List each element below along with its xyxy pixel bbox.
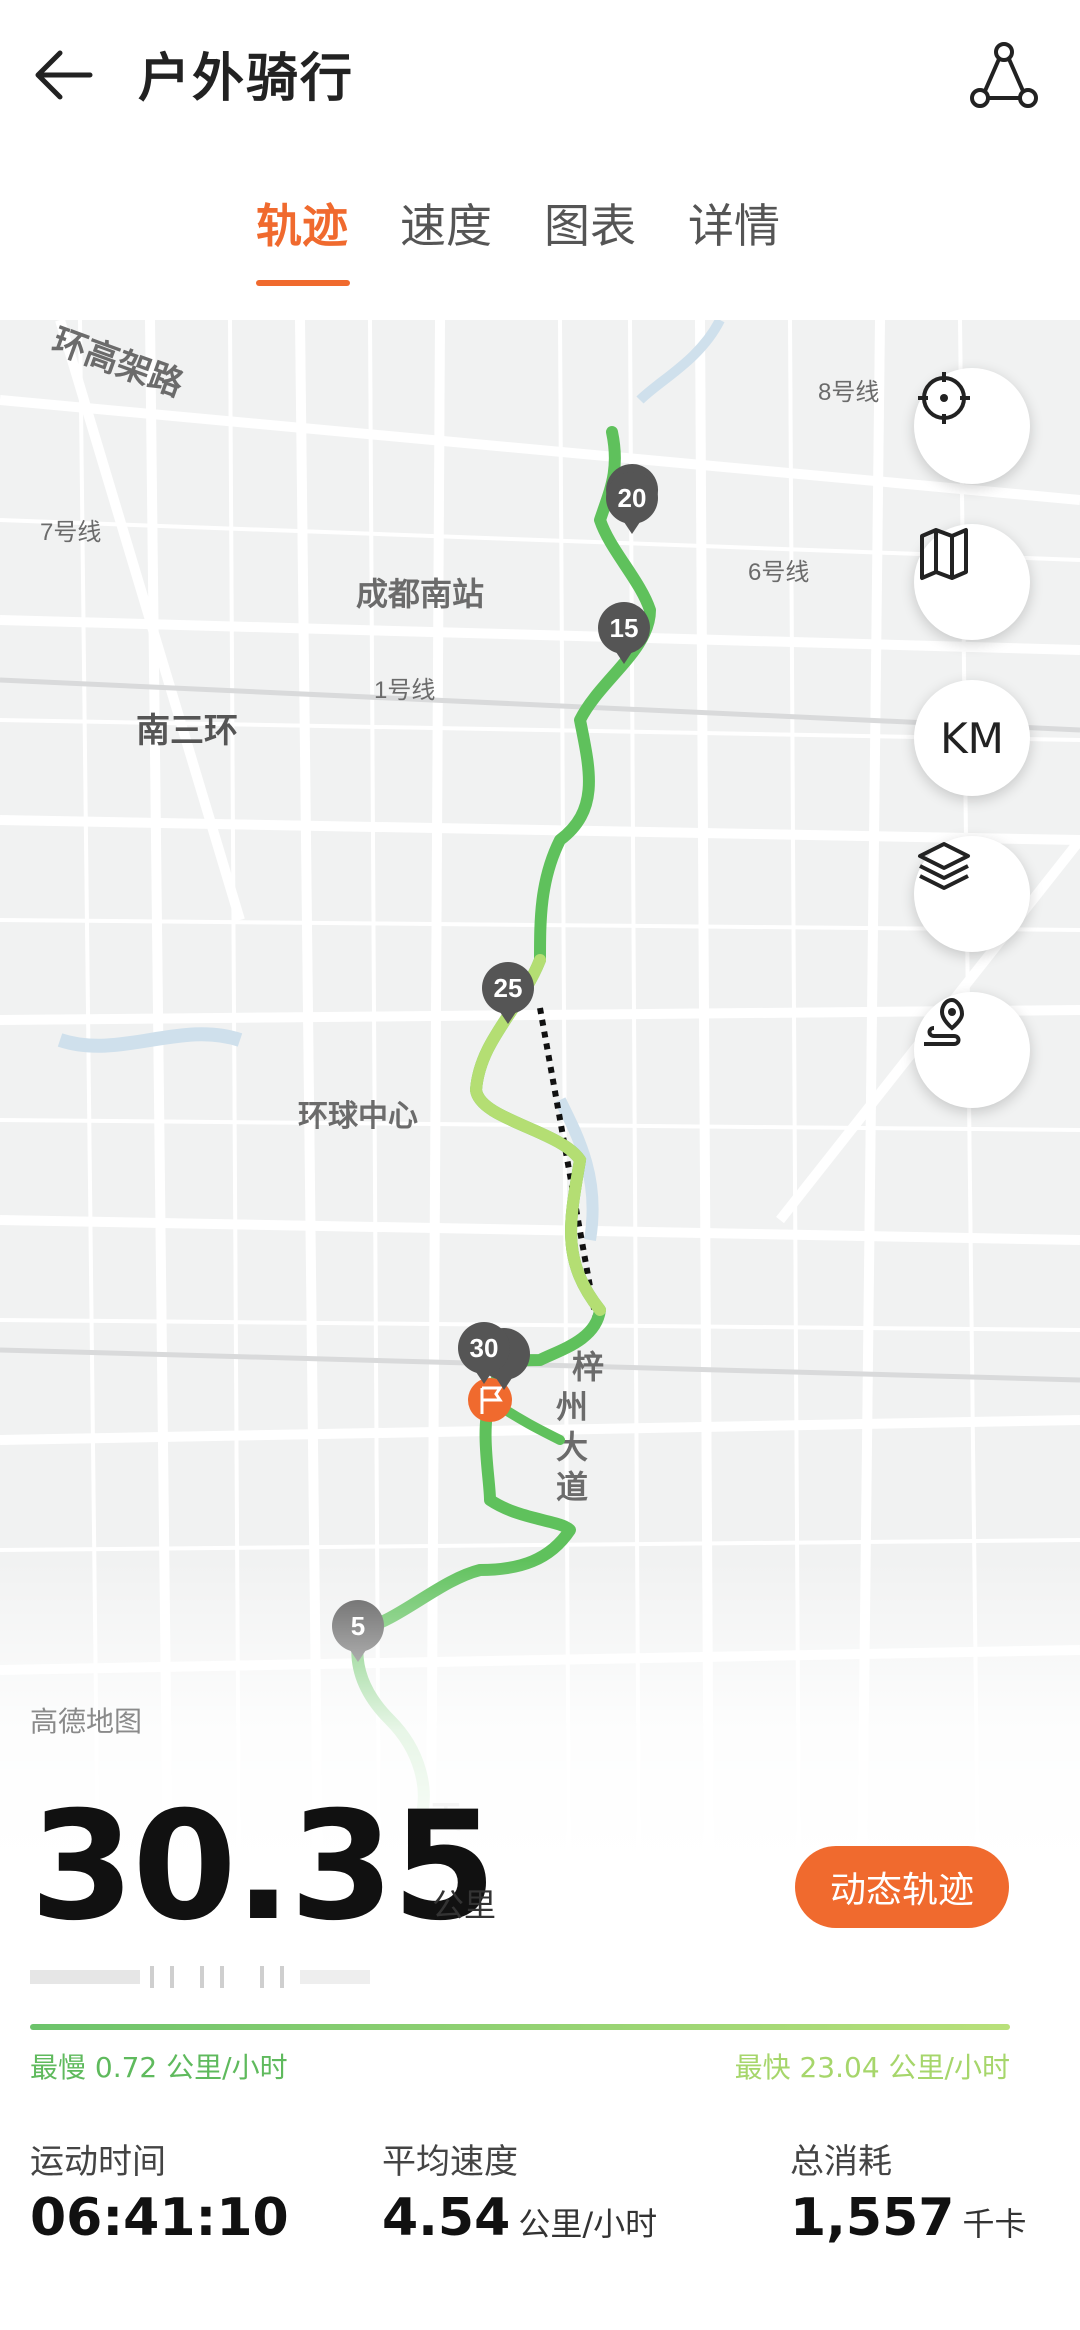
stat-label-duration: 运动时间 [30,2142,166,2182]
fastest-speed: 最快 23.04 公里/小时 [734,2051,1010,2084]
route-pin-icon [924,997,965,1046]
map-label-station: 成都南站 [356,576,484,612]
speed-range-bar [30,2024,1010,2030]
map-label-south-ring: 南三环 [136,712,238,750]
stat-value-calories: 1,557 千卡 [790,2188,1027,2248]
map-label-avenue-4: 道 [556,1469,588,1505]
map-label-global-center: 环球中心 [298,1100,418,1133]
route-share-icon[interactable] [968,40,1040,112]
map-label-avenue-2: 州 [556,1389,588,1425]
layers-icon [918,842,970,890]
layers-button[interactable] [914,836,1030,952]
svg-text:25: 25 [494,973,523,1003]
dynamic-track-button[interactable]: 动态轨迹 [795,1846,1009,1928]
tab-active-indicator [256,280,350,286]
back-arrow-icon[interactable] [30,40,100,110]
tab-bar: 轨迹 速度 图表 详情 [0,190,1080,290]
avg-speed-unit: 公里/小时 [518,2205,658,2243]
map-label-line8: 8号线 [818,379,879,406]
map-label-line6: 6号线 [748,559,809,586]
map-label-avenue-1: 梓 [572,1349,604,1385]
map-type-button[interactable] [914,524,1030,640]
map-label-line7: 7号线 [40,519,101,546]
km-label: KM [940,713,1004,763]
svg-text:15: 15 [610,613,639,643]
tab-speed[interactable]: 速度 [400,190,492,256]
map-label-ring-road: 环高架路 [47,322,189,405]
km-marker-20[interactable]: 20 [606,464,659,534]
stat-value-duration: 06:41:10 [30,2188,289,2248]
stat-value-avg-speed: 4.54 公里/小时 [382,2188,658,2248]
stat-label-avg-speed: 平均速度 [382,2142,518,2182]
slowest-speed: 最慢 0.72 公里/小时 [30,2051,288,2084]
route-replay-button[interactable] [914,992,1030,1108]
blurred-info [30,1966,370,1988]
km-marker-15[interactable]: 15 [598,602,650,664]
top-bar: 户外骑行 [0,0,1080,150]
target-icon [918,372,970,424]
tab-details[interactable]: 详情 [688,190,780,256]
map-label-avenue-3: 大 [556,1429,588,1465]
calories-unit: 千卡 [962,2205,1027,2243]
map-label-line1: 1号线 [374,677,435,704]
svg-text:20: 20 [618,483,647,513]
locate-button[interactable] [914,368,1030,484]
page-title: 户外骑行 [138,49,355,109]
svg-text:30: 30 [470,1333,499,1363]
tab-charts[interactable]: 图表 [544,190,636,256]
stat-label-calories: 总消耗 [790,2142,892,2182]
total-distance: 30.35 [30,1780,496,1954]
tab-track[interactable]: 轨迹 [256,190,348,256]
map-attribution: 高德地图 [30,1705,143,1738]
unit-toggle-button[interactable]: KM [914,680,1030,796]
map-icon [920,528,968,580]
distance-unit: 公里 [432,1886,497,1924]
